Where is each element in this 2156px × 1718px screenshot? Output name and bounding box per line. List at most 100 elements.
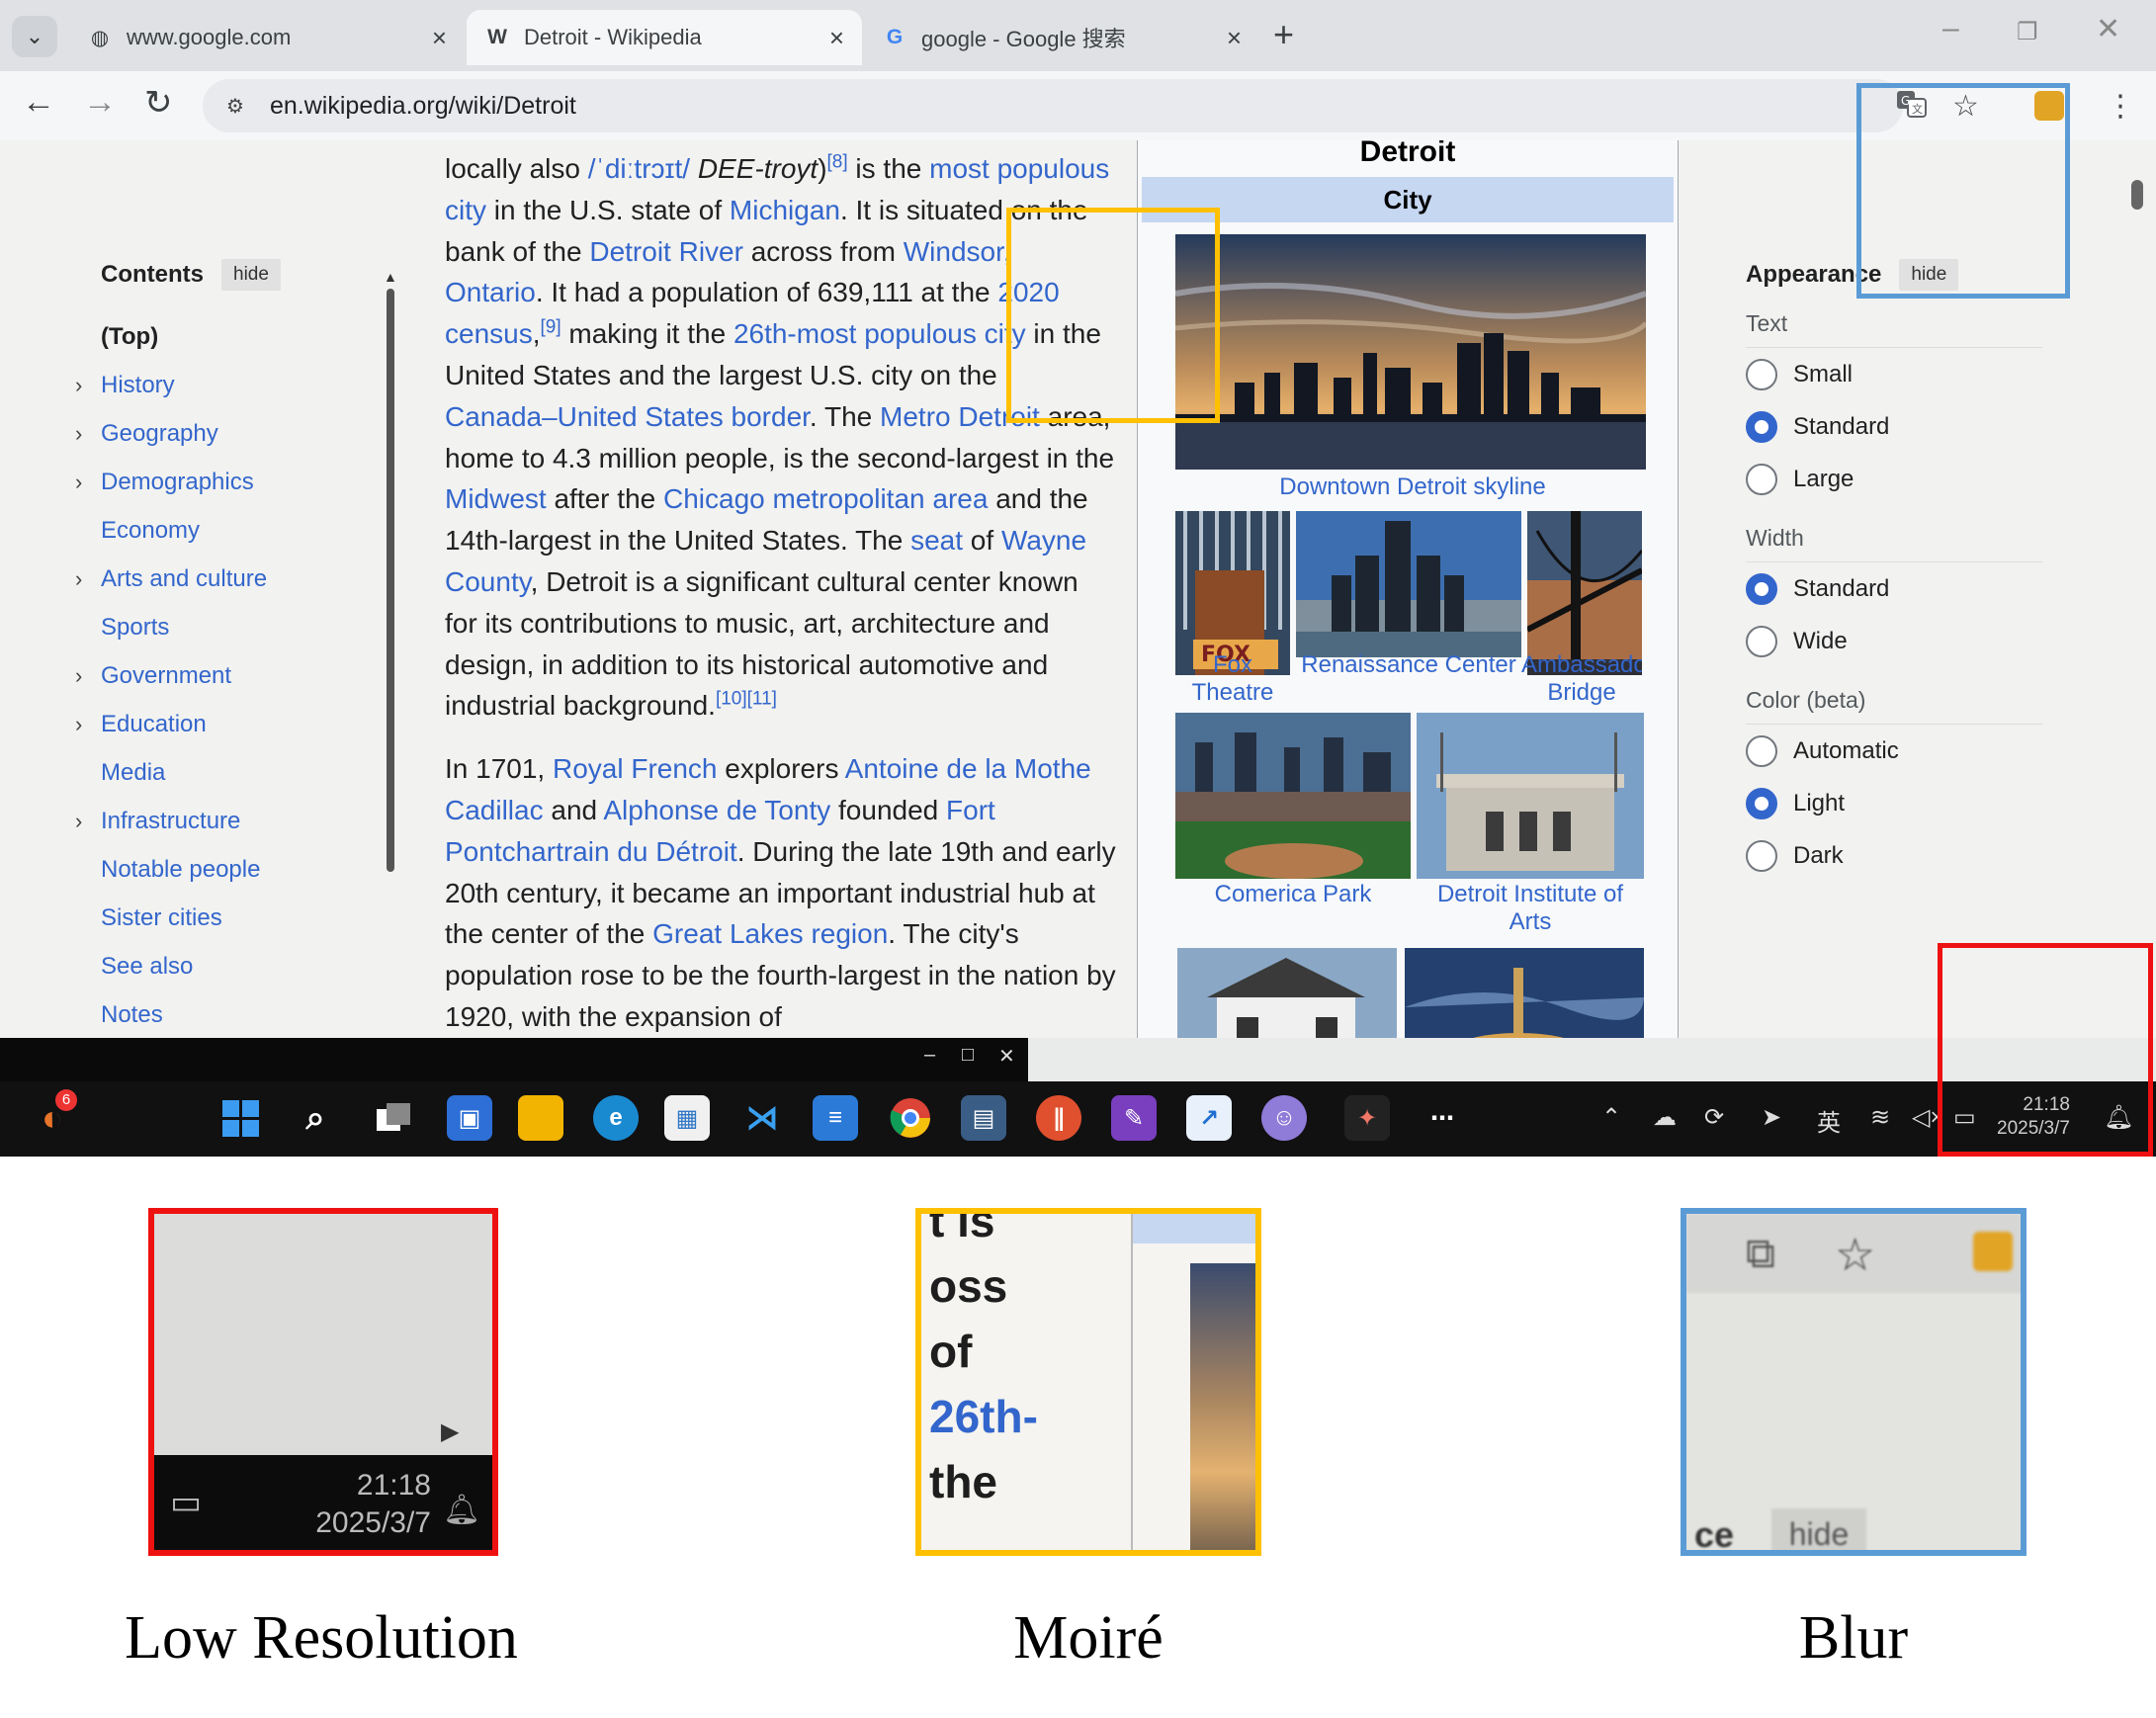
radio-text-small[interactable]: Small (1746, 348, 2042, 400)
caption-fox-theatre[interactable]: Fox Theatre (1175, 651, 1290, 707)
chevron-right-icon[interactable]: › (75, 663, 82, 689)
skyline-photo[interactable] (1175, 234, 1646, 470)
article-link[interactable]: Great Lakes region (652, 918, 888, 949)
minimize-icon[interactable]: – (924, 1044, 935, 1067)
tray-chevron-up-icon[interactable]: ⌃ (1601, 1103, 1621, 1132)
toc-item-top[interactable]: (Top) (59, 312, 376, 361)
nvidia-app-icon[interactable]: ✦ (1344, 1095, 1390, 1141)
article-link[interactable]: Canada–United States border (445, 401, 810, 432)
caption-ambassador-bridge[interactable]: Ambassador Bridge (1521, 651, 1642, 707)
tab-search-button[interactable]: ⌄ (12, 16, 57, 57)
chevron-right-icon[interactable]: › (75, 421, 82, 447)
toc-item-media[interactable]: Media (59, 748, 376, 797)
radio-checked-icon[interactable] (1746, 572, 1777, 605)
caption-skyline[interactable]: Downtown Detroit skyline (1177, 473, 1648, 501)
toc-scroll-thumb[interactable] (387, 289, 394, 872)
address-bar[interactable]: ⚙ en.wikipedia.org/wiki/Detroit (203, 79, 1903, 132)
reload-icon[interactable]: ↻ (144, 83, 173, 123)
chevron-right-icon[interactable]: › (75, 470, 82, 495)
site-info-icon[interactable]: ⚙ (220, 91, 250, 121)
toc-item-notes[interactable]: Notes (59, 990, 376, 1038)
toc-item-education[interactable]: › Education (59, 700, 376, 748)
file-explorer-icon[interactable] (518, 1095, 563, 1141)
article-link[interactable]: Alphonse de Tonty (603, 795, 830, 825)
radio-icon[interactable] (1746, 734, 1777, 767)
toc-item-government[interactable]: › Government (59, 651, 376, 700)
page-scroll-thumb[interactable] (2131, 180, 2143, 210)
toc-item-sister-cities[interactable]: Sister cities (59, 894, 376, 942)
citation-ref[interactable]: [9] (541, 317, 561, 338)
input-method-indicator[interactable]: 英 (1817, 1103, 1841, 1138)
article-link[interactable]: Detroit River (589, 236, 743, 267)
close-icon[interactable]: × (432, 23, 447, 53)
vscode-icon[interactable]: ⋊ (739, 1095, 785, 1141)
more-options-icon[interactable]: ⋮ (2106, 89, 2135, 124)
radio-text-large[interactable]: Large (1746, 453, 2042, 505)
radio-checked-icon[interactable] (1746, 787, 1777, 819)
chevron-right-icon[interactable]: › (75, 712, 82, 737)
toc-item-economy[interactable]: Economy (59, 506, 376, 555)
radio-icon[interactable] (1746, 839, 1777, 872)
send-icon[interactable]: ➤ (1762, 1103, 1781, 1132)
caption-renaissance-center[interactable]: Renaissance Center (1296, 651, 1521, 679)
article-link[interactable]: Midwest (445, 483, 547, 514)
toc-item-infrastructure[interactable]: › Infrastructure (59, 797, 376, 845)
cat-app-icon[interactable]: ☺ (1261, 1095, 1307, 1141)
toc-item-notable-people[interactable]: Notable people (59, 845, 376, 894)
restore-icon[interactable]: ❐ (2017, 18, 2038, 46)
toc-item-history[interactable]: › History (59, 361, 376, 409)
wifi-icon[interactable]: ≋ (1870, 1103, 1890, 1132)
radio-icon[interactable] (1746, 625, 1777, 657)
widgets-icon[interactable]: ▣ (447, 1095, 492, 1141)
radio-color-dark[interactable]: Dark (1746, 829, 2042, 882)
fountain-photo[interactable] (1405, 948, 1644, 1038)
search-icon[interactable]: ⌕ (293, 1095, 338, 1141)
forward-icon[interactable]: → (83, 83, 117, 122)
renaissance-center-photo[interactable] (1296, 511, 1521, 657)
tab-wikipedia[interactable]: W Detroit - Wikipedia × (467, 10, 862, 65)
tab-google[interactable]: ◍ www.google.com × (69, 10, 465, 65)
toc-hide-button[interactable]: hide (221, 259, 281, 291)
article-link[interactable]: Chicago metropolitan area (663, 483, 988, 514)
recorder-icon[interactable]: ∥ (1036, 1095, 1081, 1141)
radio-width-wide[interactable]: Wide (1746, 615, 2042, 667)
radio-color-light[interactable]: Light (1746, 777, 2042, 829)
minimize-icon[interactable]: – (1942, 12, 1959, 45)
store-icon[interactable]: ▦ (664, 1095, 710, 1141)
article-link[interactable]: /ˈdiːtrɔɪt/ (588, 153, 690, 184)
citation-ref[interactable]: [8] (827, 152, 848, 173)
comerica-park-photo[interactable] (1175, 713, 1411, 879)
article-link[interactable]: 26th-most populous city (733, 318, 1026, 349)
radio-width-standard[interactable]: Standard (1746, 562, 2042, 615)
radio-icon[interactable] (1746, 358, 1777, 390)
notepad-icon[interactable]: ≡ (813, 1095, 858, 1141)
house-photo[interactable] (1177, 948, 1397, 1038)
new-tab-button[interactable]: + (1273, 14, 1294, 55)
scroll-up-icon[interactable]: ▲ (384, 269, 397, 285)
radio-checked-icon[interactable] (1746, 410, 1777, 443)
restore-icon[interactable]: □ (962, 1044, 974, 1067)
chevron-right-icon[interactable]: › (75, 566, 82, 592)
close-icon[interactable]: ✕ (998, 1044, 1015, 1069)
feishu-icon[interactable]: ↗ (1186, 1095, 1232, 1141)
toc-scrollbar[interactable]: ▲ ▼ (384, 269, 397, 1000)
remote-desktop-icon[interactable]: ▤ (961, 1095, 1006, 1141)
article-link[interactable]: Royal French (553, 753, 718, 784)
task-view-icon[interactable] (372, 1095, 417, 1141)
windows-start-icon[interactable] (217, 1095, 263, 1141)
editor-icon[interactable]: ✎ (1111, 1095, 1157, 1141)
citation-ref[interactable]: [10][11] (716, 689, 777, 710)
edge-browser-icon[interactable]: e (593, 1095, 639, 1141)
page-scrollbar[interactable] (2125, 140, 2153, 1038)
close-icon[interactable]: × (1227, 23, 1242, 53)
radio-icon[interactable] (1746, 463, 1777, 495)
toc-item-geography[interactable]: › Geography (59, 409, 376, 458)
sync-icon[interactable]: ⟳ (1704, 1103, 1724, 1132)
close-icon[interactable]: × (829, 23, 844, 53)
tray-app-icon[interactable]: ☁ (1653, 1103, 1677, 1132)
toc-item-arts-and-culture[interactable]: › Arts and culture (59, 555, 376, 603)
more-apps-icon[interactable]: ⋯ (1420, 1095, 1465, 1141)
chrome-icon[interactable] (888, 1095, 933, 1141)
detroit-institute-of-arts-photo[interactable] (1417, 713, 1644, 879)
radio-text-standard[interactable]: Standard (1746, 400, 2042, 453)
